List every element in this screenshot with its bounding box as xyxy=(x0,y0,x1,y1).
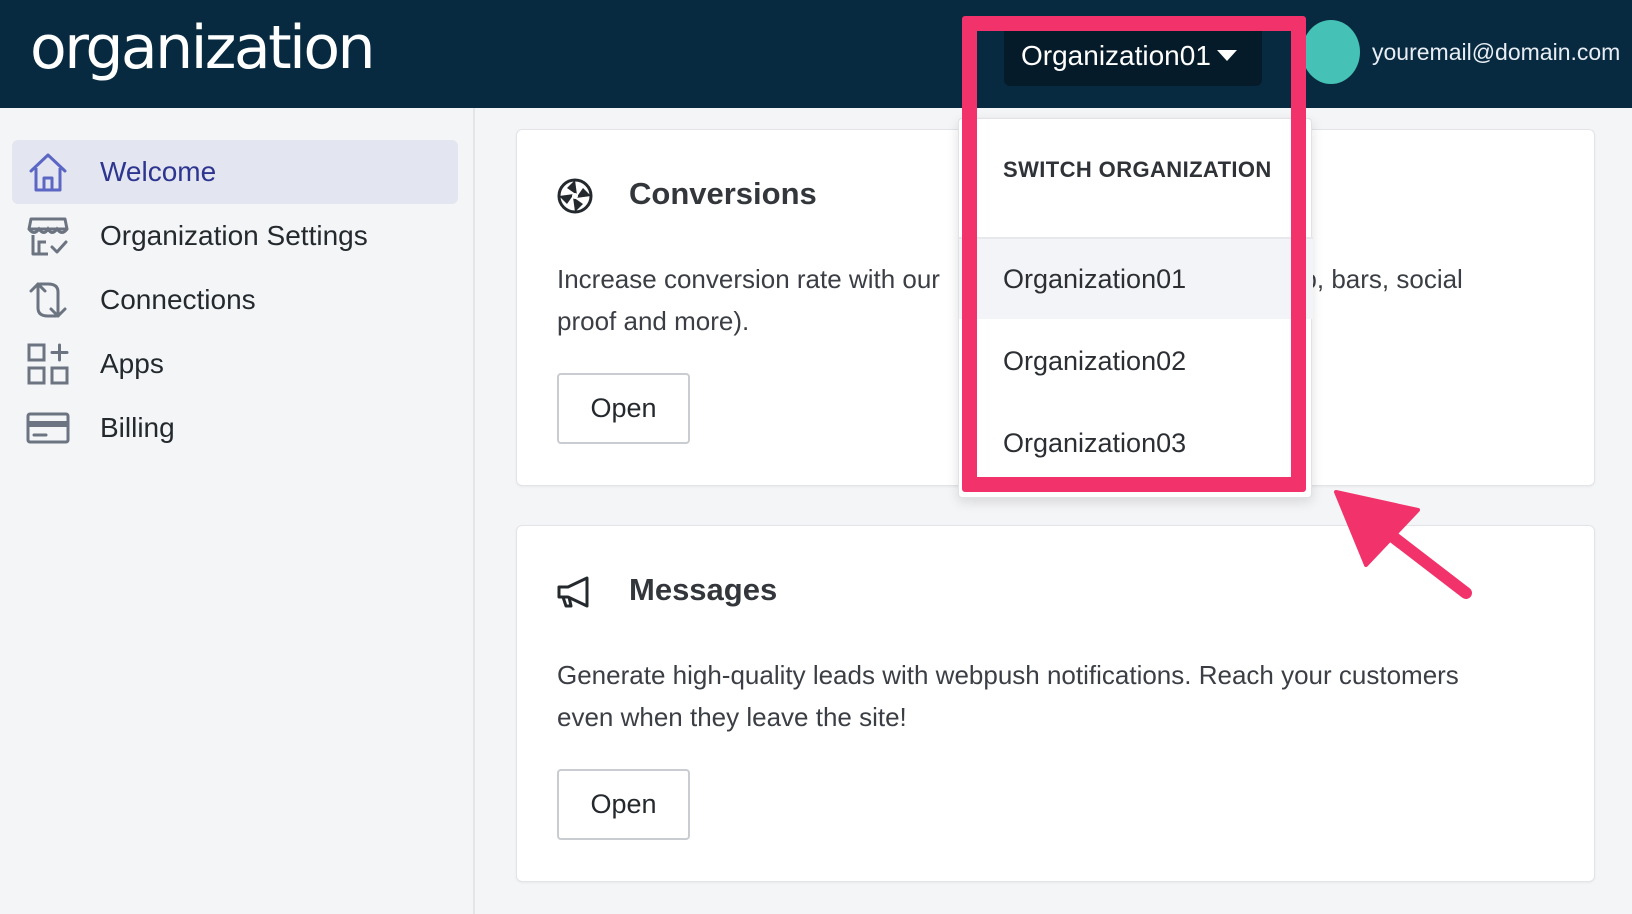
sidebar-item-billing[interactable]: Billing xyxy=(12,396,458,460)
messages-card: Messages Generate high-quality leads wit… xyxy=(516,525,1595,882)
card-description-line2: even when they leave the site! xyxy=(557,702,907,732)
credit-card-icon xyxy=(26,412,70,444)
sidebar-item-organization-settings[interactable]: Organization Settings xyxy=(12,204,458,268)
card-title: Messages xyxy=(629,572,778,607)
sidebar-item-label: Apps xyxy=(100,348,164,379)
card-description-line1: Generate high-quality leads with webpush… xyxy=(557,660,1459,690)
sidebar-item-apps[interactable]: Apps xyxy=(12,332,458,396)
organization-selector-label: Organization01 xyxy=(1021,40,1211,71)
organization-selector[interactable]: Organization01 xyxy=(1004,26,1262,86)
dropdown-option-organization02[interactable]: Organization02 xyxy=(959,321,1313,401)
sidebar: Welcome Organization Settings Connection… xyxy=(0,108,475,914)
dropdown-option-organization01[interactable]: Organization01 xyxy=(959,239,1313,319)
card-description-line2: proof and more). xyxy=(557,306,750,336)
sidebar-item-label: Billing xyxy=(100,412,175,443)
card-description-start: Increase conversion rate with our xyxy=(557,264,940,294)
store-settings-icon xyxy=(27,217,69,256)
avatar[interactable] xyxy=(1302,20,1360,84)
sidebar-item-welcome[interactable]: Welcome xyxy=(12,140,458,204)
dropdown-option-organization03[interactable]: Organization03 xyxy=(959,403,1313,483)
card-title: Conversions xyxy=(629,176,817,211)
apps-add-icon xyxy=(27,343,69,385)
dropdown-header: SWITCH ORGANIZATION xyxy=(1003,157,1272,182)
sidebar-item-label: Connections xyxy=(100,284,256,315)
megaphone-icon xyxy=(557,576,589,608)
aperture-icon xyxy=(557,178,593,214)
app-logo[interactable]: organization xyxy=(30,6,376,90)
user-email[interactable]: youremail@domain.com xyxy=(1372,36,1620,68)
sidebar-item-label: Organization Settings xyxy=(100,220,368,251)
switch-organization-dropdown: SWITCH ORGANIZATION Organization01 Organ… xyxy=(958,118,1313,498)
open-messages-button[interactable]: Open xyxy=(557,769,690,840)
top-bar: organization Organization01 youremail@do… xyxy=(0,0,1632,108)
sidebar-item-label: Welcome xyxy=(100,156,217,187)
card-description-end: op, bars, social xyxy=(1287,264,1463,294)
home-icon xyxy=(29,153,67,192)
open-conversions-button[interactable]: Open xyxy=(557,373,690,444)
card-description: Generate high-quality leads with webpush… xyxy=(557,654,1557,738)
caret-down-icon xyxy=(1217,50,1237,61)
sidebar-item-connections[interactable]: Connections xyxy=(12,268,458,332)
sync-icon xyxy=(29,282,67,318)
